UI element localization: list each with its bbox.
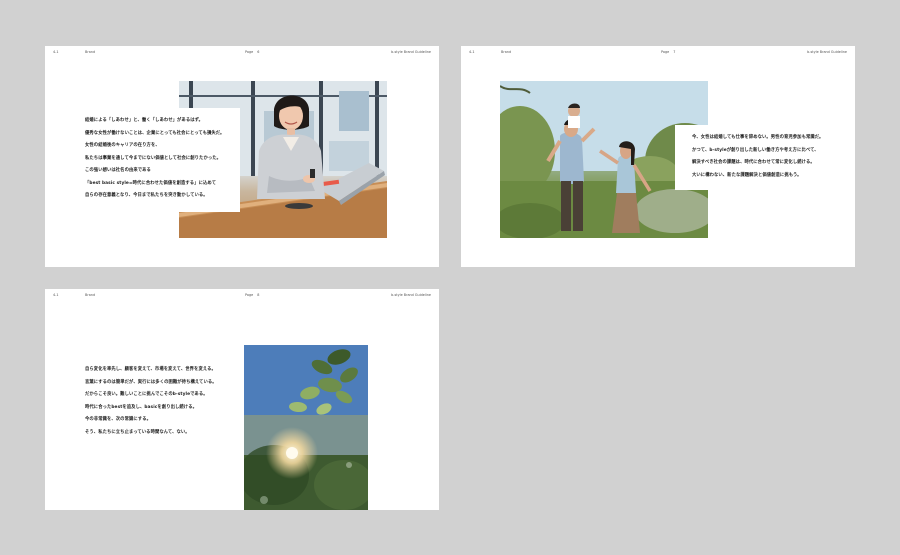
guideline-title: b-style Brand Guideline — [807, 50, 847, 54]
body-line: 自ら変化を率先し、顧客を変えて、市場を変えて、世界を変える。 — [85, 367, 216, 372]
body-line: 優秀な女性が働けないことは、企業にとっても社会にとっても損失だ。 — [85, 130, 225, 136]
page-number: 8 — [257, 293, 260, 297]
body-line: だからこそ良い。難しいことに挑んでこそのb-styleである。 — [85, 392, 208, 397]
body-line: 女性の結婚後のキャリアの在り方を、 — [85, 143, 160, 148]
page-indicator: Page 8 — [245, 293, 260, 297]
section-label: Brand — [501, 50, 512, 54]
body-line: 今の非常識を、次の常識にする。 — [85, 417, 151, 422]
body-line: 自らの存在意義となり、今日まで私たちを突き動かしている。 — [85, 193, 208, 198]
guideline-slide-1: 4-1 Brand Page6 b-style Brand Guideline — [45, 46, 439, 267]
guideline-title: b-style Brand Guideline — [391, 50, 431, 54]
page-indicator: Page 6 — [245, 50, 260, 54]
slide-number: 4-1 — [53, 50, 59, 54]
page-number: 6 — [257, 50, 260, 54]
section-label: Brand — [85, 50, 96, 54]
body-line: 言葉にするのは簡単だが、実行には多くの困難が待ち構えている。 — [85, 379, 217, 385]
body-line: そう、私たちに立ち止まっている時間なんて、ない。 — [85, 429, 190, 435]
brand-story-text-box: 自ら変化を率先し、顧客を変えて、市場を変えて、世界を変える。 言葉にするのは簡単… — [80, 362, 240, 442]
body-line: かつて、b-styleが創り出した新しい働き方や考え方に比べて、 — [692, 147, 819, 153]
slide-number: 4-1 — [469, 50, 475, 54]
body-line: 時代に合ったbestを追及し、basicを創り出し続ける。 — [85, 404, 197, 410]
body-line: 「best basic style=時代に合わせた価値を創造する」に込めて — [85, 180, 217, 186]
sunlight-plant-illustration — [244, 345, 368, 510]
page-indicator: Page 7 — [661, 50, 676, 54]
brand-story-text-box: 結婚による「しあわせ」と、働く「しあわせ」があるはず。 優秀な女性が働けないこと… — [80, 108, 240, 212]
body-line: 結婚による「しあわせ」と、働く「しあわせ」があるはず。 — [85, 118, 203, 123]
brand-story-text-box: 今、女性は結婚しても仕事を辞めない。男性の育児参加も常識だ。 かつて、b-sty… — [675, 125, 855, 190]
page-label: Page — [245, 50, 254, 54]
guideline-title: b-style Brand Guideline — [391, 293, 431, 297]
sunlight-plant-photo — [244, 345, 368, 510]
body-line: 今、女性は結婚しても仕事を辞めない。男性の育児参加も常識だ。 — [692, 135, 824, 140]
body-line: この強い想いは社名の由来である — [85, 168, 151, 173]
slide-number: 4-1 — [53, 293, 59, 297]
page-label: Page — [661, 50, 670, 54]
section-label: Brand — [85, 293, 96, 297]
body-line: 私たちは事業を通して今までにない価値として社会に創りたかった。 — [85, 155, 222, 161]
body-line: 大いに構わない、新たな課題解決と価値創造に挑もう。 — [692, 172, 802, 178]
page-label: Page — [245, 293, 254, 297]
page-number: 7 — [673, 50, 676, 54]
body-line: 解決すべき社会の課題は、時代に合わせて常に変化し続ける。 — [692, 160, 815, 165]
guideline-slide-3: 4-1 Brand Page 8 b-style Brand Guideline … — [45, 289, 439, 510]
guideline-slide-2: 4-1 Brand Page7 b-style Brand Guideline — [461, 46, 855, 267]
